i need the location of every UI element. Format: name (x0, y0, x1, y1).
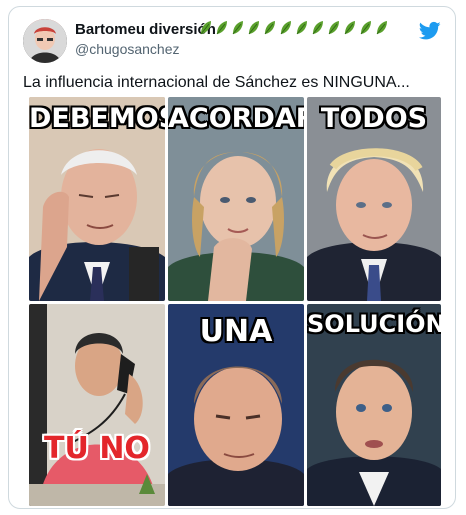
meme-caption: TODOS (320, 103, 428, 134)
meme-caption: SOLUCIÓN (307, 310, 441, 338)
meme-caption: UNA (199, 314, 273, 349)
leaf-emoji-icon (216, 21, 227, 35)
leaf-emoji-icon (248, 21, 259, 35)
leaf-emoji-icon (344, 21, 355, 35)
leaf-emoji-icon (200, 21, 211, 35)
meme-panel-6[interactable]: SOLUCIÓN (307, 304, 441, 506)
tweet-card: Bartomeu diversión @chugosanchez La infl… (8, 6, 456, 509)
meme-image-grid[interactable]: DEBEMOS ACORDAR TODOS TÚ NO UNA SOLUCIÓN (29, 97, 447, 507)
meme-caption: TÚ NO (44, 431, 150, 466)
leaf-emoji-icon (312, 21, 323, 35)
leaf-emoji-icon (280, 21, 291, 35)
display-name[interactable]: Bartomeu diversión (75, 21, 216, 38)
meme-panel-1[interactable]: DEBEMOS (29, 97, 165, 301)
leaf-emoji-icon (264, 21, 275, 35)
meme-caption: ACORDAR (168, 103, 304, 134)
meme-panel-4[interactable]: TÚ NO (29, 304, 165, 506)
man-on-phone-image (29, 304, 165, 506)
leaf-emoji-icon (360, 21, 371, 35)
tweet-text: La influencia internacional de Sánchez e… (23, 74, 410, 91)
leaf-emoji-icon (328, 21, 339, 35)
leaf-emoji-icon (232, 21, 243, 35)
avatar[interactable] (23, 19, 67, 63)
user-handle[interactable]: @chugosanchez (75, 41, 180, 57)
leaf-emoji-icon (376, 21, 387, 35)
leaf-emoji-icon (296, 21, 307, 35)
meme-panel-3[interactable]: TODOS (307, 97, 441, 301)
twitter-bird-icon[interactable] (419, 21, 441, 41)
meme-panel-5[interactable]: UNA (168, 304, 304, 506)
meme-panel-2[interactable]: ACORDAR (168, 97, 304, 301)
leaf-emoji-row (199, 20, 389, 38)
meme-caption: DEBEMOS (29, 103, 165, 134)
